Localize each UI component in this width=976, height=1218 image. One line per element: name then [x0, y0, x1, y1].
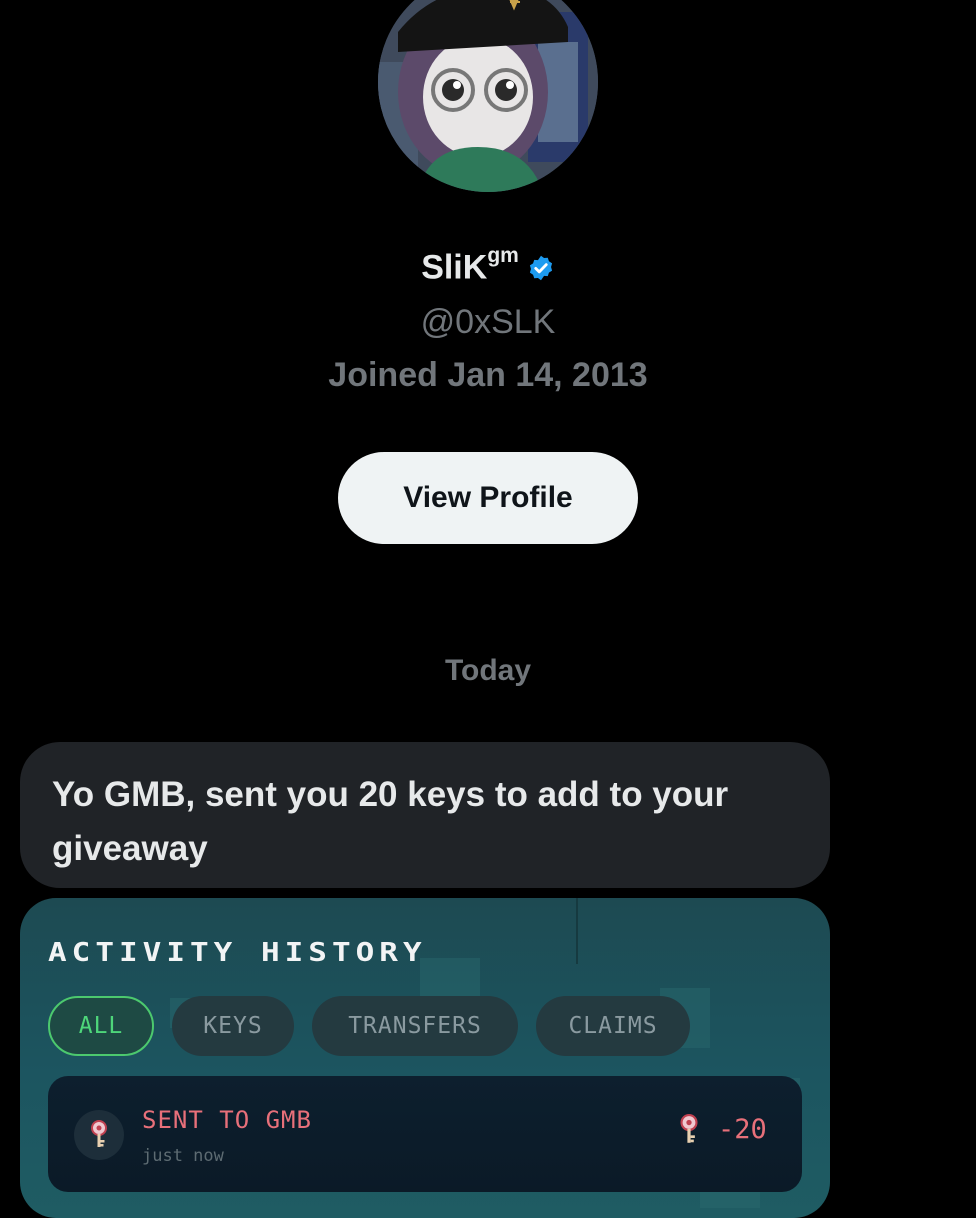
- key-icon: [91, 1120, 107, 1147]
- profile-handle: @0xSLK: [420, 303, 556, 341]
- profile-name-row: SliKgm: [0, 244, 976, 287]
- profile-avatar[interactable]: [378, 0, 598, 192]
- filter-transfers[interactable]: TRANSFERS: [312, 996, 518, 1056]
- key-icon: [680, 1114, 698, 1143]
- activity-row-amount: -20: [718, 1114, 767, 1145]
- display-name: SliKgm: [421, 244, 519, 287]
- filter-all[interactable]: ALL: [48, 996, 154, 1056]
- joined-date: Joined Jan 14, 2013: [328, 356, 648, 394]
- row-key-icon-badge: [74, 1110, 124, 1160]
- date-separator: Today: [444, 654, 532, 687]
- activity-history-title: ACTIVITY HISTORY: [48, 938, 427, 968]
- filter-claims[interactable]: CLAIMS: [536, 996, 690, 1056]
- activity-history-card[interactable]: ACTIVITY HISTORY ALL KEYS TRANSFERS CLAI…: [20, 898, 830, 1218]
- filter-keys[interactable]: KEYS: [172, 996, 294, 1056]
- card-divider: [576, 898, 578, 964]
- activity-row-title: SENT TO GMB: [142, 1106, 312, 1134]
- name-suffix: gm: [487, 244, 519, 267]
- activity-row[interactable]: SENT TO GMB just now -20: [48, 1076, 802, 1192]
- message-bubble[interactable]: Yo GMB, sent you 20 keys to add to your …: [20, 742, 830, 888]
- view-profile-button[interactable]: View Profile: [338, 452, 638, 544]
- activity-row-time: just now: [142, 1146, 224, 1166]
- verified-badge-icon: [529, 255, 552, 280]
